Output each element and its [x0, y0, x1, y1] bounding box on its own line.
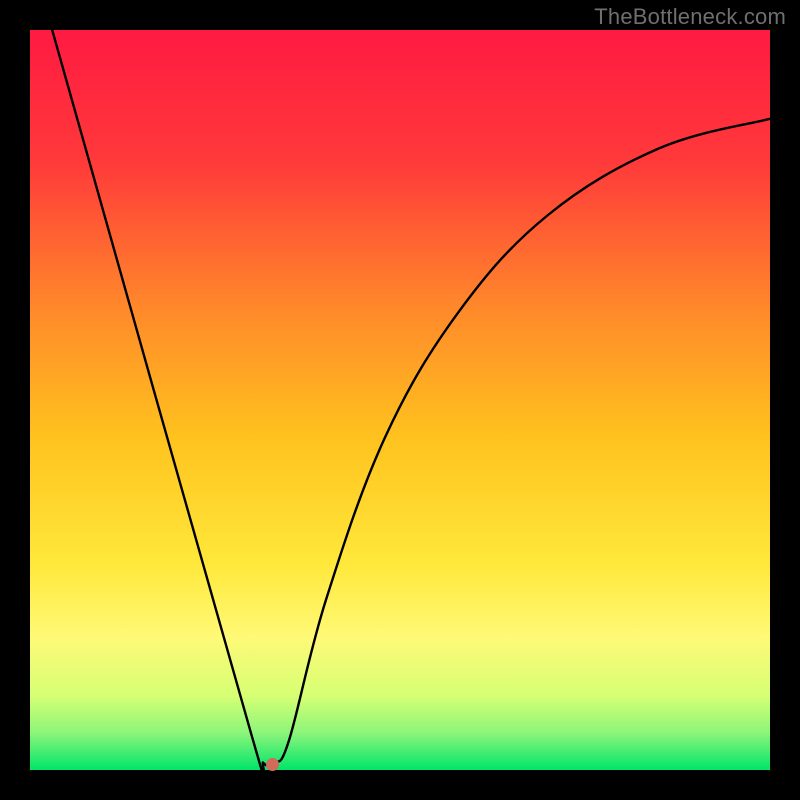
plot-background	[30, 30, 770, 770]
watermark-text: TheBottleneck.com	[594, 4, 786, 30]
chart-stage: TheBottleneck.com	[0, 0, 800, 800]
